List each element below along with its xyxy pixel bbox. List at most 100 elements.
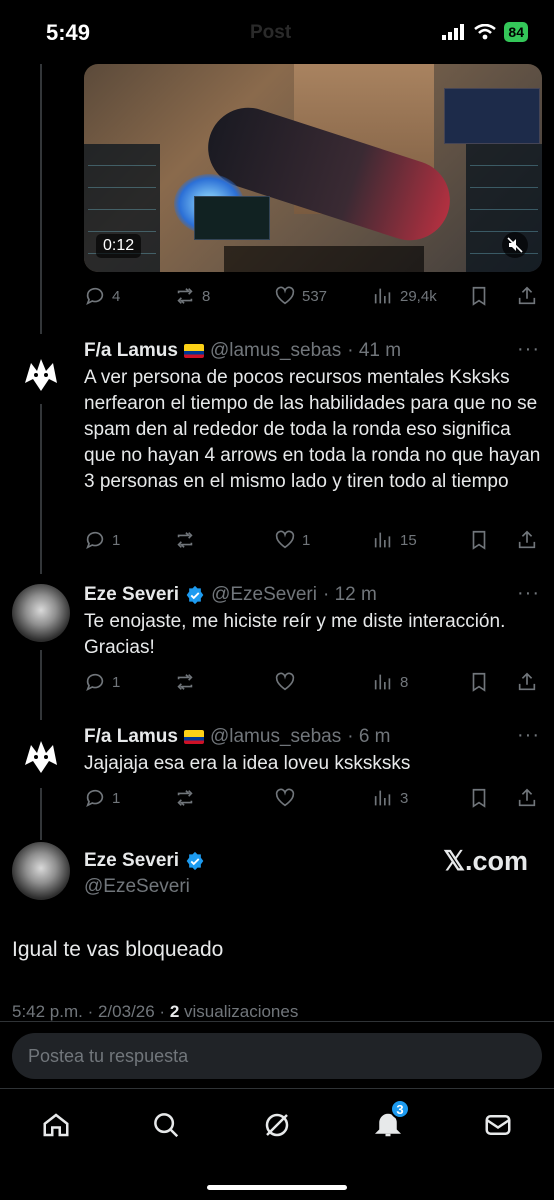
views-button[interactable]: 8 — [372, 671, 408, 693]
views-label: visualizaciones — [179, 1002, 299, 1021]
reply-composer[interactable] — [12, 1033, 542, 1079]
repost-button[interactable] — [174, 529, 202, 551]
tweet-actions: 1 1 15 — [84, 526, 542, 554]
views-icon — [374, 288, 391, 304]
share-button[interactable] — [516, 529, 538, 551]
like-button[interactable]: 537 — [274, 285, 327, 307]
divider — [0, 1021, 554, 1022]
like-button[interactable] — [274, 671, 296, 693]
bottom-tab-bar: 3 — [0, 1088, 554, 1200]
main-tweet-text: Igual te vas bloqueado — [12, 938, 224, 961]
repost-button[interactable] — [174, 671, 196, 693]
like-count: 537 — [302, 287, 328, 305]
tweet-text: Jajajaja esa era la idea loveu ksksksks — [84, 753, 411, 774]
share-icon — [518, 530, 536, 549]
views-icon — [374, 790, 391, 806]
reply-icon — [86, 789, 104, 808]
bookmark-icon — [472, 672, 486, 692]
more-options-button[interactable]: ··· — [517, 338, 540, 361]
repost-icon — [177, 790, 193, 806]
reply-count: 4 — [112, 287, 121, 305]
verified-badge-icon — [186, 585, 204, 605]
share-button[interactable] — [516, 671, 538, 693]
author-name[interactable]: Eze Severi — [84, 584, 179, 606]
reply-icon — [86, 531, 104, 550]
x-watermark: 𝕏.com — [443, 846, 528, 876]
speaker-muted-icon — [507, 237, 523, 253]
battery-indicator: 84 — [504, 22, 528, 42]
views-button[interactable]: 29,4k — [372, 285, 437, 307]
repost-button[interactable] — [174, 787, 196, 809]
tab-home[interactable] — [36, 1105, 76, 1145]
views-button[interactable]: 3 — [372, 787, 408, 809]
tweet-actions: 1 8 — [84, 668, 542, 696]
more-options-button[interactable]: ··· — [517, 724, 540, 747]
status-ghost-title: Post — [250, 22, 292, 43]
home-icon — [43, 1113, 69, 1137]
repost-button[interactable]: 8 — [174, 285, 210, 307]
avatar[interactable] — [12, 584, 70, 642]
reply-button[interactable]: 1 — [84, 787, 120, 809]
heart-icon — [275, 286, 295, 305]
thread-line — [40, 788, 42, 840]
video-duration: 0:12 — [96, 234, 142, 258]
video-player[interactable]: 0:12 — [84, 64, 542, 272]
share-button[interactable] — [516, 285, 538, 307]
bookmark-button[interactable] — [468, 529, 490, 551]
author-handle[interactable]: @lamus_sebas — [210, 340, 341, 362]
share-icon — [518, 286, 536, 305]
tweet-time: · 6 m — [347, 726, 391, 747]
more-options-button[interactable]: ··· — [517, 582, 540, 605]
like-button[interactable] — [274, 787, 296, 809]
reply-icon — [86, 287, 104, 306]
main-author[interactable]: Eze Severi — [84, 850, 205, 872]
tab-messages[interactable] — [478, 1105, 518, 1145]
reply-count: 1 — [112, 531, 121, 549]
wolf-logo-icon — [25, 741, 57, 773]
tweet-time: · 12 m — [322, 584, 377, 605]
views-count: 15 — [400, 531, 417, 549]
reply-count: 1 — [112, 673, 121, 691]
search-icon — [154, 1113, 179, 1138]
author-name[interactable]: F/a Lamus — [84, 726, 178, 748]
bookmark-icon — [472, 286, 486, 306]
reply-button[interactable]: 4 — [84, 285, 120, 307]
bookmark-button[interactable] — [468, 671, 490, 693]
tweet-text: A ver persona de pocos recursos mentales… — [84, 367, 541, 492]
avatar[interactable] — [12, 728, 70, 786]
status-icons: 84 — [442, 22, 528, 42]
views-count: 3 — [400, 789, 409, 807]
repost-icon — [177, 532, 193, 548]
tweet-timestamp: 5:42 p.m. · 2/03/26 · — [12, 1002, 170, 1021]
repost-icon — [177, 288, 193, 304]
tab-notifications[interactable]: 3 — [368, 1099, 410, 1145]
avatar[interactable] — [12, 346, 70, 404]
reply-input[interactable] — [12, 1033, 542, 1079]
repost-count: 8 — [202, 287, 211, 305]
tweet-time: · 41 m — [347, 340, 402, 361]
author-handle[interactable]: @EzeSeveri — [84, 876, 190, 898]
thread-line — [40, 64, 42, 334]
mute-button[interactable] — [502, 232, 528, 258]
signal-icon — [442, 24, 465, 40]
heart-icon — [275, 530, 295, 549]
tweet-meta: 5:42 p.m. · 2/03/26 · 2 visualizaciones — [12, 1002, 298, 1022]
share-button[interactable] — [516, 787, 538, 809]
bookmark-button[interactable] — [468, 285, 490, 307]
bookmark-button[interactable] — [468, 787, 490, 809]
avatar[interactable] — [12, 842, 70, 900]
author-name[interactable]: F/a Lamus — [84, 340, 178, 362]
thread-tweet[interactable]: F/a Lamus @lamus_sebas · 41 m ··· A ver … — [0, 336, 554, 556]
heart-icon — [275, 672, 295, 691]
author-name[interactable]: Eze Severi — [84, 850, 179, 872]
thread-tweet[interactable]: Eze Severi @EzeSeveri · 12 m ··· Te enoj… — [0, 582, 554, 682]
author-handle[interactable]: @EzeSeveri — [211, 584, 317, 606]
like-button[interactable]: 1 — [274, 529, 310, 551]
tab-grok[interactable] — [257, 1105, 297, 1145]
reply-button[interactable]: 1 — [84, 671, 120, 693]
tab-search[interactable] — [146, 1105, 186, 1145]
views-button[interactable]: 15 — [372, 529, 417, 551]
author-handle[interactable]: @lamus_sebas — [210, 726, 341, 748]
heart-icon — [275, 788, 295, 807]
reply-button[interactable]: 1 — [84, 529, 120, 551]
